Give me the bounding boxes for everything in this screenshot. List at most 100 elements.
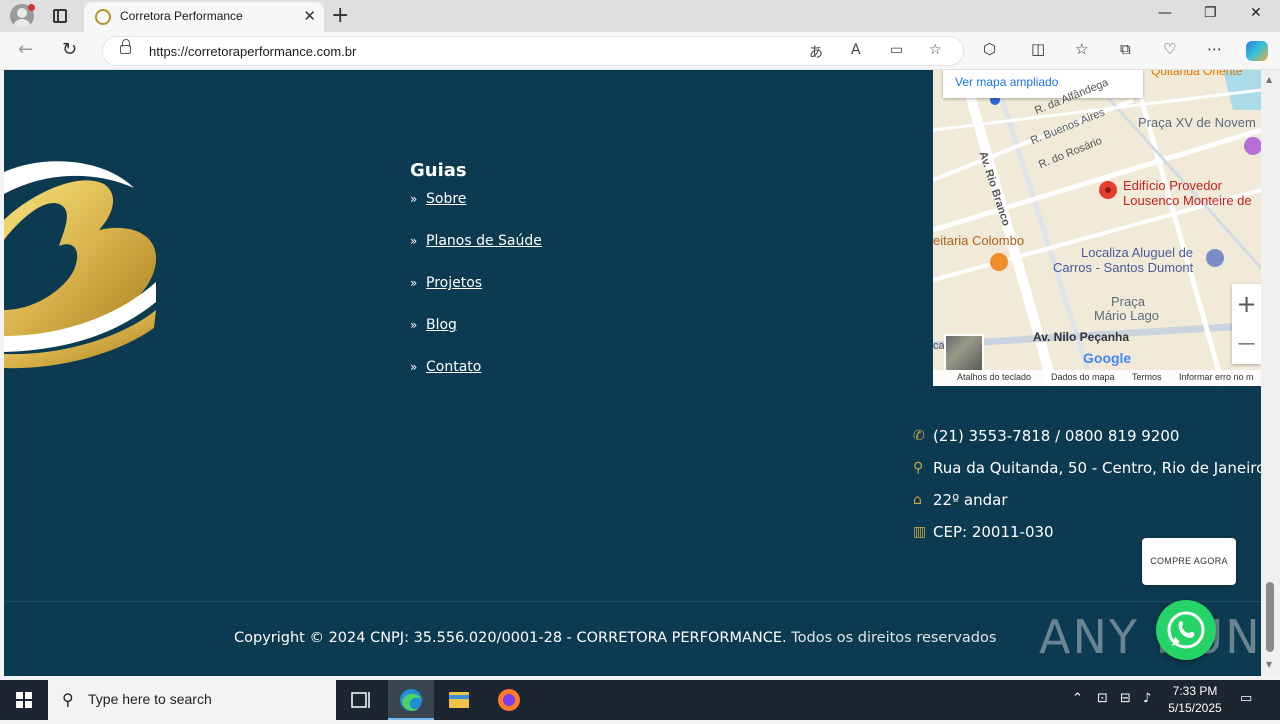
map-marker-icon: ⚲ xyxy=(913,460,924,476)
contact-info: ✆ (21) 3553-7818 / 0800 819 9200 ⚲ Rua da … xyxy=(913,420,1261,548)
keyboard-shortcuts-link[interactable]: Atalhos do teclado xyxy=(957,372,1031,382)
edge-taskbar-button[interactable] xyxy=(388,680,434,720)
buy-now-button[interactable]: COMPRE AGORA xyxy=(1142,538,1236,585)
close-window-button[interactable]: ✕ xyxy=(1250,5,1262,21)
folder-icon xyxy=(449,692,469,708)
map-icon: ▥ xyxy=(913,524,927,540)
double-chevron-right-icon: » xyxy=(410,234,418,248)
scrollbar-thumb[interactable] xyxy=(1266,582,1274,652)
windows-taskbar: ⚲ Type here to search ⌃ ⊡ ⊟ ♪ 7:33 PM 5/… xyxy=(0,680,1280,720)
list-item: » Contato xyxy=(410,358,542,400)
notifications-icon[interactable]: ▭ xyxy=(1240,691,1252,706)
double-chevron-right-icon: » xyxy=(410,276,418,290)
map-attribution-bar: Atalhos do teclado Dados do mapa Termos … xyxy=(933,370,1261,386)
map-zoom-controls: + — xyxy=(1232,284,1261,364)
favorite-star-icon[interactable]: ☆ xyxy=(929,42,942,58)
zoom-out-button[interactable]: — xyxy=(1232,324,1261,364)
zoom-in-button[interactable]: + xyxy=(1232,284,1261,324)
firefox-icon xyxy=(498,689,520,711)
map-label-building-2: Lousenco Monteire de xyxy=(1123,193,1252,208)
taskbar-clock[interactable]: 7:33 PM 5/15/2025 xyxy=(1160,683,1230,717)
terms-link[interactable]: Termos xyxy=(1132,372,1162,382)
tab-close-icon[interactable]: ✕ xyxy=(303,7,316,25)
new-tab-button[interactable]: + xyxy=(331,3,349,28)
guias-links: » Sobre » Planos de Saúde » Projetos » Blog … xyxy=(410,190,542,400)
map-label-localiza-2: Carros - Santos Dumont xyxy=(1053,260,1194,275)
split-screen-icon[interactable]: ◫ xyxy=(1031,40,1045,58)
edge-icon xyxy=(400,689,422,711)
home-icon: ⌂ xyxy=(913,492,922,508)
network-icon[interactable]: ⊟ xyxy=(1120,691,1131,706)
contact-floor: 22º andar xyxy=(933,491,1008,509)
restore-button[interactable]: ❐ xyxy=(1204,5,1217,21)
whatsapp-button[interactable] xyxy=(1156,600,1216,660)
link-planos-de-saude[interactable]: Planos de Saúde xyxy=(426,232,542,250)
read-aloud-icon[interactable]: A xyxy=(851,42,861,58)
copilot-icon[interactable] xyxy=(1246,41,1268,61)
view-larger-map-text[interactable]: Ver mapa ampliado xyxy=(955,75,1058,89)
list-item: » Sobre xyxy=(410,190,542,232)
page-scrollbar[interactable]: ▲ ▼ xyxy=(1261,70,1280,676)
search-placeholder[interactable]: Type here to search xyxy=(88,691,212,707)
scroll-up-arrow-icon[interactable]: ▲ xyxy=(1266,75,1272,84)
map-label-nilo-pecanha: Av. Nilo Peçanha xyxy=(1033,330,1130,344)
windows-start-icon[interactable] xyxy=(16,692,32,708)
profile-notification-dot xyxy=(28,4,35,11)
site-footer: Guias » Sobre » Planos de Saúde » Projetos … xyxy=(4,70,1261,676)
collections-icon[interactable]: ⧉ xyxy=(1120,40,1131,58)
list-item: » Planos de Saúde xyxy=(410,232,542,274)
embedded-google-map[interactable]: Ver mapa ampliado Edifício Provedor Lous… xyxy=(933,70,1261,386)
lock-icon[interactable] xyxy=(120,39,131,54)
report-error-link[interactable]: Informar erro no m xyxy=(1179,372,1254,382)
guias-heading: Guias xyxy=(410,160,467,181)
map-label-top-place: Quitanda Oriente xyxy=(1151,70,1243,78)
task-view-icon xyxy=(351,692,370,708)
immersive-reader-icon[interactable]: ▭ xyxy=(890,42,903,58)
settings-more-icon[interactable]: ⋯ xyxy=(1207,40,1222,58)
back-arrow-icon[interactable]: ← xyxy=(18,39,33,60)
view-larger-map-link[interactable]: Ver mapa ampliado xyxy=(943,70,1143,98)
url-text[interactable]: https://corretoraperformance.com.br xyxy=(149,44,356,59)
double-chevron-right-icon: » xyxy=(410,192,418,206)
map-label-building: Edifício Provedor xyxy=(1123,178,1222,193)
task-view-button[interactable] xyxy=(337,680,383,720)
address-bar[interactable]: https://corretoraperformance.com.br あ A … xyxy=(102,36,964,66)
copyright-main: Copyright © 2024 CNPJ: 35.556.020/0001-2… xyxy=(234,630,787,646)
map-data-link[interactable]: Dados do mapa xyxy=(1051,372,1115,382)
link-sobre[interactable]: Sobre xyxy=(426,190,466,208)
search-icon: ⚲ xyxy=(62,690,74,709)
taskbar-search-box[interactable]: ⚲ Type here to search xyxy=(48,680,336,720)
refresh-icon[interactable]: ↻ xyxy=(62,39,77,60)
show-hidden-icons-chevron-icon[interactable]: ⌃ xyxy=(1072,691,1083,706)
firefox-button[interactable] xyxy=(486,680,532,720)
contact-floor-row: ⌂ 22º andar xyxy=(913,484,1261,516)
double-chevron-right-icon: » xyxy=(410,360,418,374)
footer-divider xyxy=(4,601,1261,602)
map-label-localiza-1: Localiza Aluguel de xyxy=(1081,245,1194,260)
link-blog[interactable]: Blog xyxy=(426,316,457,334)
copyright-rest: Todos os direitos reservados xyxy=(786,630,997,646)
extensions-icon[interactable]: ⬡ xyxy=(983,40,996,58)
volume-icon[interactable]: ♪ xyxy=(1143,691,1151,706)
file-explorer-button[interactable] xyxy=(436,680,482,720)
satellite-toggle[interactable] xyxy=(944,334,984,372)
list-item: » Blog xyxy=(410,316,542,358)
map-label-praca: Praça xyxy=(1111,294,1145,309)
link-contato[interactable]: Contato xyxy=(426,358,481,376)
translate-icon[interactable]: あ xyxy=(809,42,823,62)
map-label-praca-xv: Praça XV de Novem xyxy=(1138,115,1256,130)
tab-actions-icon[interactable] xyxy=(53,9,67,23)
corretora-performance-logo xyxy=(4,161,157,369)
google-logo: Google xyxy=(1083,350,1132,366)
favorites-icon[interactable]: ☆ xyxy=(1075,40,1088,58)
link-projetos[interactable]: Projetos xyxy=(426,274,482,292)
clock-date: 5/15/2025 xyxy=(1168,701,1222,715)
tab-corretora-performance[interactable]: Corretora Performance ✕ xyxy=(84,2,324,32)
device-icon[interactable]: ⊡ xyxy=(1097,691,1108,706)
map-label-colombo: eitaria Colombo xyxy=(933,233,1025,248)
scroll-down-arrow-icon[interactable]: ▼ xyxy=(1266,660,1272,669)
browser-essentials-icon[interactable]: ♡ xyxy=(1163,40,1176,58)
map-label-mario-lago: Mário Lago xyxy=(1094,308,1160,323)
minimize-button[interactable]: — xyxy=(1158,5,1172,21)
double-chevron-right-icon: » xyxy=(410,318,418,332)
